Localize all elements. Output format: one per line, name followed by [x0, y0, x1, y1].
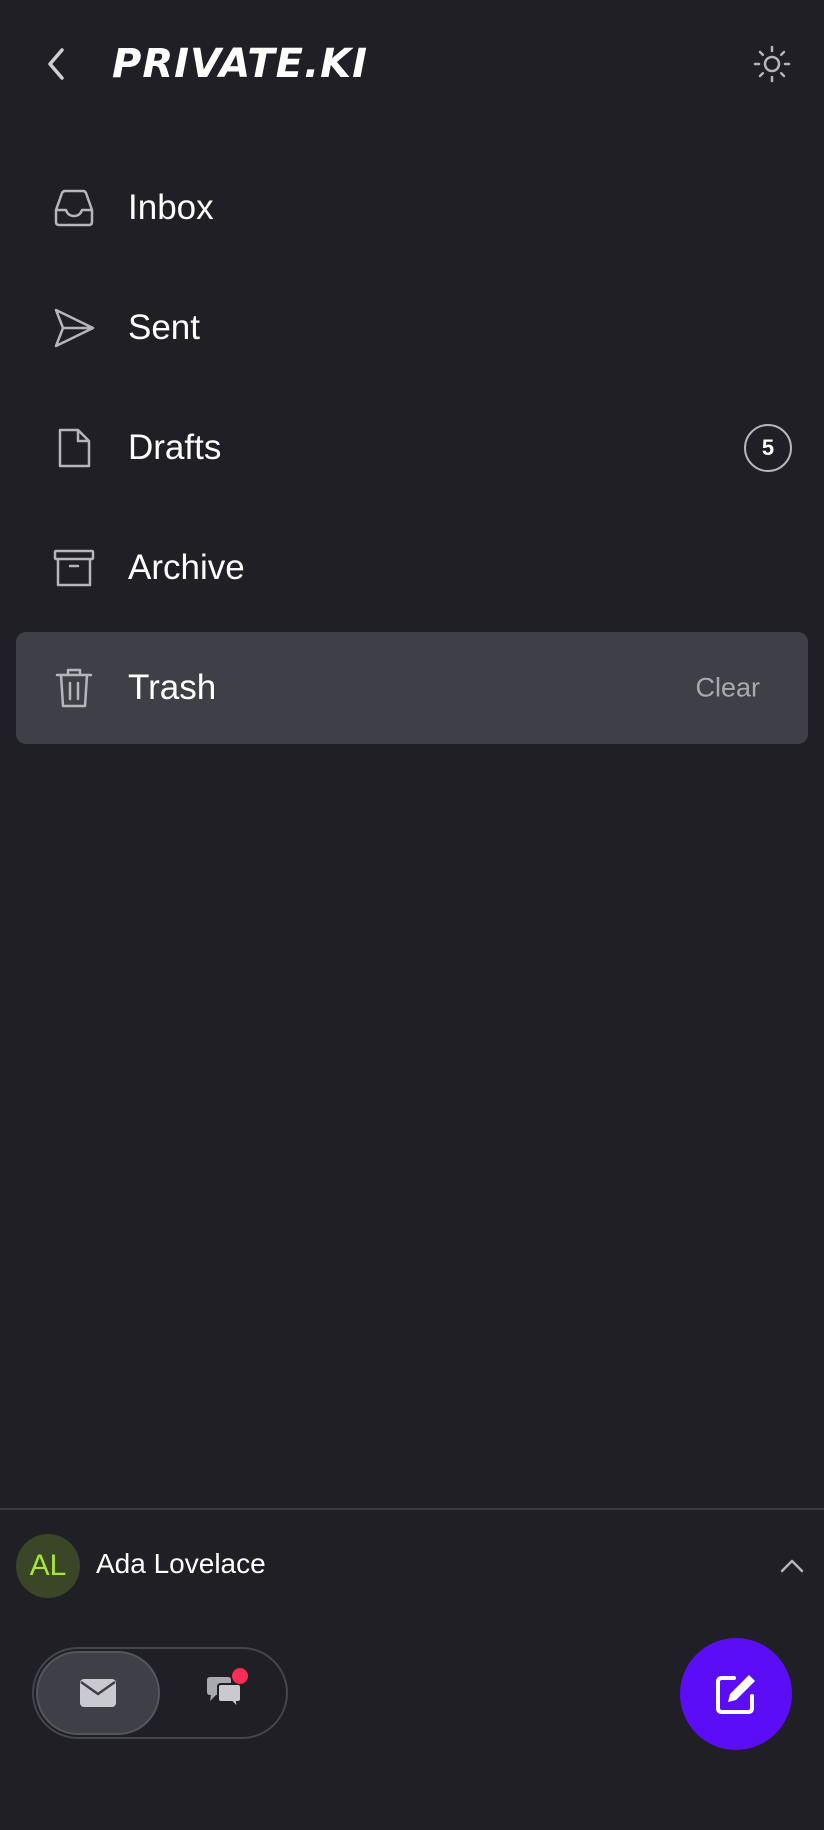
folder-drafts[interactable]: Drafts 5	[16, 388, 808, 508]
account-selector[interactable]: AL Ada Lovelace	[0, 1530, 824, 1602]
folder-inbox[interactable]: Inbox	[16, 148, 808, 268]
folder-sent[interactable]: Sent	[16, 268, 808, 388]
chat-mode-button[interactable]	[162, 1651, 286, 1735]
edit-icon	[716, 1675, 755, 1714]
expand-account-button[interactable]	[772, 1546, 812, 1586]
chevron-left-icon	[48, 48, 64, 80]
mode-switcher	[32, 1647, 288, 1739]
sun-icon	[753, 45, 791, 83]
folder-list: Inbox Sent Drafts 5 Archive Trash Clear	[0, 148, 824, 744]
document-icon	[50, 424, 98, 472]
folder-label: Archive	[128, 548, 245, 587]
trash-icon	[50, 664, 98, 712]
folder-trash[interactable]: Trash Clear	[16, 632, 808, 744]
archive-icon	[50, 544, 98, 592]
app-logo: PRIVATE.KI	[112, 41, 369, 87]
inbox-icon	[50, 184, 98, 232]
mail-app: PRIVATE.KI Inbox Sent Drafts 5 Archive T…	[0, 0, 824, 1830]
folder-label: Trash	[128, 668, 217, 707]
folder-archive[interactable]: Archive	[16, 508, 808, 628]
mail-icon	[80, 1679, 116, 1707]
folder-label: Inbox	[128, 188, 214, 227]
compose-button[interactable]	[680, 1638, 792, 1750]
chevron-up-icon	[780, 1559, 804, 1573]
send-icon	[50, 304, 98, 352]
account-name: Ada Lovelace	[96, 1548, 266, 1579]
mail-mode-button[interactable]	[36, 1651, 160, 1735]
folder-label: Sent	[128, 308, 200, 347]
header: PRIVATE.KI	[0, 0, 824, 130]
notification-dot	[232, 1668, 248, 1684]
folder-label: Drafts	[128, 428, 222, 467]
clear-trash-button[interactable]: Clear	[695, 673, 760, 704]
theme-toggle-button[interactable]	[748, 40, 796, 88]
avatar: AL	[16, 1534, 80, 1598]
unread-count-badge: 5	[744, 424, 792, 472]
back-button[interactable]	[36, 40, 76, 88]
divider	[0, 1508, 824, 1510]
